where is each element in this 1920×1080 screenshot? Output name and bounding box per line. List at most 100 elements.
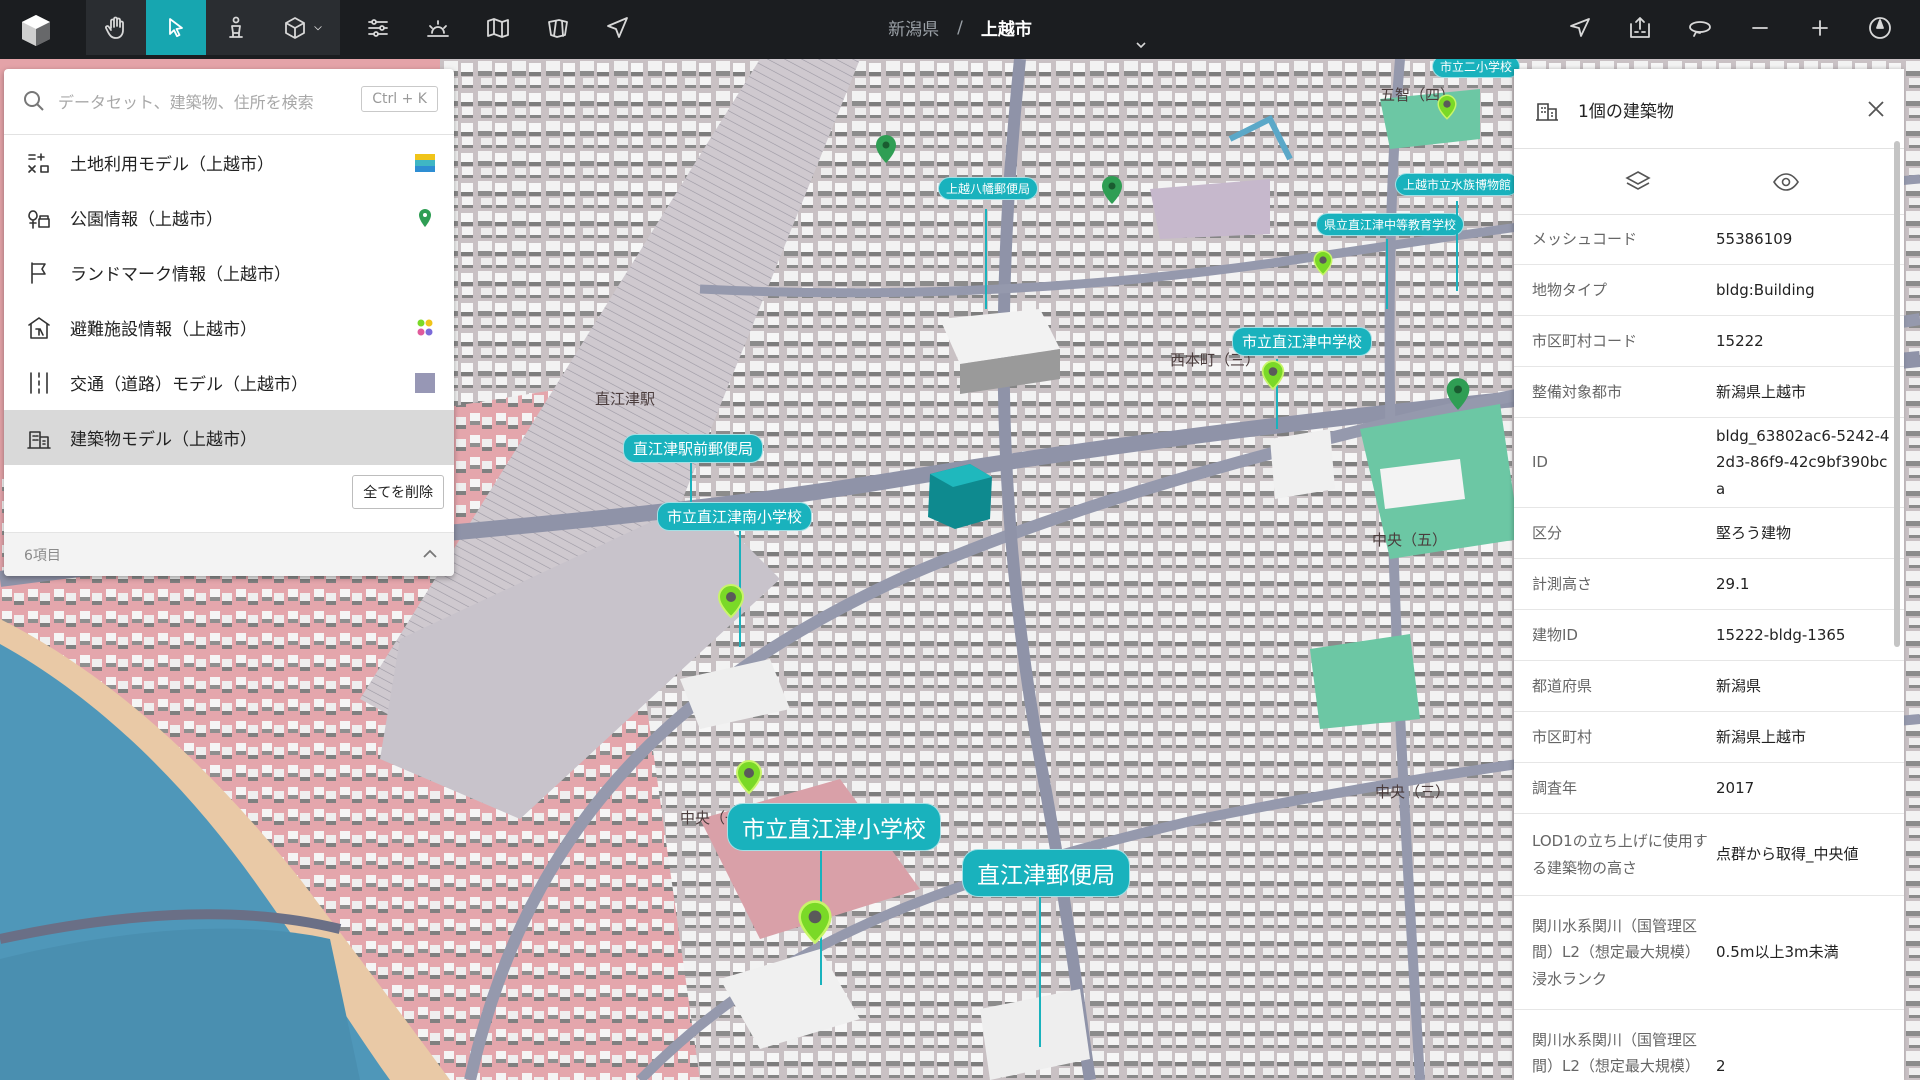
poi-label-ekimae-post[interactable]: 直江津駅前郵便局 <box>623 434 764 463</box>
shelter-pin-icon[interactable] <box>1260 359 1286 391</box>
navigate-icon <box>607 16 628 38</box>
poi-label-hachiman-post[interactable]: 上越八幡郵便局 <box>938 177 1039 200</box>
layer-item-shelters[interactable]: 避難施設情報（上越市） <box>4 300 454 355</box>
layer-label: ランドマーク情報（上越市） <box>70 265 291 285</box>
property-value: 2017 <box>1716 778 1755 797</box>
settings-tool-button[interactable] <box>348 0 408 55</box>
poi-label-chu-school[interactable]: 市立直江津中学校 <box>1232 327 1373 356</box>
compass-button[interactable] <box>1850 0 1910 55</box>
layer-item-land-use[interactable]: 土地利用モデル（上越市） <box>4 135 454 190</box>
poi-label-naoetsu-post[interactable]: 直江津郵便局 <box>962 849 1130 897</box>
shelter-pin-icon[interactable] <box>1312 249 1334 277</box>
property-value: 新潟県 <box>1716 676 1762 695</box>
layer-item-landmarks[interactable]: ランドマーク情報（上越市） <box>4 245 454 300</box>
inspector-scrollbar[interactable] <box>1894 141 1900 647</box>
poi-label-aquarium[interactable]: 上越市立水族博物館 <box>1395 173 1520 196</box>
delete-all-button[interactable]: 全てを削除 <box>352 475 444 509</box>
property-key: 区分 <box>1532 523 1563 542</box>
poi-label-naoetsu-school[interactable]: 市立直江津小学校 <box>727 803 941 851</box>
property-key: ID <box>1532 453 1548 472</box>
eye-icon[interactable] <box>1772 169 1800 195</box>
breadcrumb-prefecture[interactable]: 新潟県 <box>888 15 939 40</box>
chevron-down-icon[interactable] <box>1136 40 1146 50</box>
multicolor-pins-icon <box>417 319 433 336</box>
layer-label: 避難施設情報（上越市） <box>70 320 257 340</box>
plateau-cube-logo[interactable] <box>18 12 54 48</box>
label-stem <box>1456 201 1458 291</box>
zoom-in-icon <box>1812 19 1828 36</box>
shelter-pin-icon[interactable] <box>734 759 764 795</box>
shelter-pin-icon[interactable] <box>716 583 746 619</box>
my-location-icon <box>1570 17 1590 37</box>
layer-label: 交通（道路）モデル（上越市） <box>70 375 308 395</box>
layer-item-buildings[interactable]: 建築物モデル（上越市） <box>4 410 454 465</box>
breadcrumb-city[interactable]: 上越市 <box>981 15 1032 40</box>
3d-object-tool-button[interactable] <box>266 0 340 55</box>
search-bar: Ctrl + K <box>4 69 454 135</box>
inspector-title: 1個の建築物 <box>1578 102 1674 122</box>
poi-label-top-school[interactable]: 市立二小学校 <box>1432 59 1521 78</box>
dataset-panel: Ctrl + K 土地利用モデル（上越市） 公園情報（上越市） ランドマーク情報… <box>4 69 454 576</box>
search-icon <box>24 91 44 111</box>
label-stem <box>1386 239 1388 309</box>
hand-tool-button[interactable] <box>86 0 146 55</box>
inspector-tools <box>1514 149 1904 215</box>
park-pin-icon[interactable] <box>1445 377 1471 411</box>
property-key: 都道府県 <box>1532 676 1593 695</box>
property-row: 調査年 2017 <box>1514 763 1904 814</box>
zoom-in-button[interactable] <box>1790 0 1850 55</box>
zoom-out-button[interactable] <box>1730 0 1790 55</box>
tilt-map-icon <box>548 18 568 38</box>
poi-label-minami-school[interactable]: 市立直江津南小学校 <box>657 502 813 531</box>
search-input[interactable] <box>58 87 348 117</box>
sliders-icon <box>368 18 388 37</box>
map-label-chuo-3: 中央（三） <box>1375 783 1451 801</box>
sun-tool-button[interactable] <box>408 0 468 55</box>
layer-label: 土地利用モデル（上越市） <box>70 155 274 175</box>
property-value: 2 <box>1716 1057 1726 1076</box>
property-value: 新潟県上越市 <box>1716 727 1807 746</box>
park-pin-icon[interactable] <box>875 134 897 164</box>
layers-icon[interactable] <box>1624 169 1652 195</box>
share-icon <box>1630 16 1650 38</box>
tilt-map-tool-button[interactable] <box>528 0 588 55</box>
park-pin-icon[interactable] <box>1101 175 1123 205</box>
property-row: 区分 堅ろう建物 <box>1514 508 1904 559</box>
building-icon <box>1536 103 1558 121</box>
item-count: 6項目 <box>24 548 61 564</box>
green-pin-icon <box>419 209 431 227</box>
property-key: 関川水系関川（国管理区間）L2（想定最大規模）浸水ランク <box>1532 917 1700 988</box>
map-label-chuo-5: 中央（五） <box>1372 531 1448 549</box>
poi-label-chuto-school[interactable]: 県立直江津中等教育学校 <box>1316 213 1465 236</box>
inspector-header: 1個の建築物 <box>1514 69 1904 149</box>
property-value: 新潟県上越市 <box>1716 382 1807 401</box>
cube-icon <box>285 16 305 39</box>
my-location-button[interactable] <box>1550 0 1610 55</box>
delete-row: 全てを削除 <box>4 465 454 521</box>
label-stem <box>739 517 741 647</box>
layer-item-roads[interactable]: 交通（道路）モデル（上越市） <box>4 355 454 410</box>
zoom-out-icon <box>1752 26 1768 29</box>
share-button[interactable] <box>1610 0 1670 55</box>
item-count-bar[interactable]: 6項目 <box>4 532 454 576</box>
map-tool-button[interactable] <box>468 0 528 55</box>
close-icon[interactable] <box>1864 97 1888 121</box>
property-row: 都道府県 新潟県 <box>1514 661 1904 712</box>
property-value: 55386109 <box>1716 230 1793 249</box>
park-icon <box>26 205 52 231</box>
pedestrian-tool-button[interactable] <box>206 0 266 55</box>
layer-item-parks[interactable]: 公園情報（上越市） <box>4 190 454 245</box>
shelter-pin-icon[interactable] <box>795 899 835 945</box>
orbit-button[interactable] <box>1670 0 1730 55</box>
property-value: bldg_63802ac6-5242-42d3-86f9-42c9bf390bc… <box>1716 427 1890 498</box>
navigate-tool-button[interactable] <box>588 0 648 55</box>
flag-icon <box>26 260 52 286</box>
property-row: 市区町村 新潟県上越市 <box>1514 712 1904 763</box>
property-row: 整備対象都市 新潟県上越市 <box>1514 367 1904 418</box>
select-tool-button[interactable] <box>146 0 206 55</box>
shelter-pin-icon[interactable] <box>1436 93 1458 121</box>
property-row: 地物タイプ bldg:Building <box>1514 265 1904 316</box>
property-key: LOD1の立ち上げに使用する建築物の高さ <box>1532 832 1708 877</box>
top-toolbar: 新潟県 / 上越市 <box>0 0 1920 59</box>
chevron-up-icon[interactable] <box>422 547 438 559</box>
